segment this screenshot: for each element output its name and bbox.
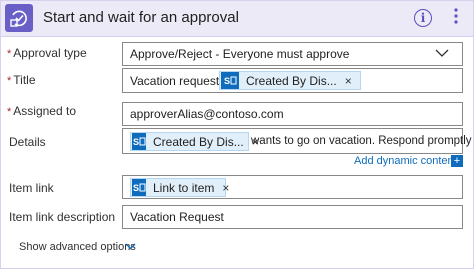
item-link-input[interactable]: S Link to item × <box>122 175 463 199</box>
remove-token-icon[interactable]: × <box>345 74 352 88</box>
title-label: * Title <box>7 73 36 87</box>
chevron-down-icon[interactable] <box>435 49 449 58</box>
details-label: Details <box>9 135 46 149</box>
approval-type-value: Approve/Reject - Everyone must approve <box>130 47 350 61</box>
link-to-item-token[interactable]: S Link to item × <box>130 178 229 197</box>
action-title: Start and wait for an approval <box>43 9 239 26</box>
assigned-to-label-text: Assigned to <box>13 104 76 118</box>
remove-token-icon[interactable]: × <box>222 181 229 195</box>
title-input[interactable]: Vacation request for S Created By Dis...… <box>122 68 463 93</box>
svg-text:S: S <box>133 183 139 193</box>
sharepoint-icon: S <box>132 179 146 196</box>
required-marker: * <box>7 48 12 60</box>
assigned-to-value: approverAlias@contoso.com <box>130 107 284 121</box>
assigned-to-label: * Assigned to <box>7 104 76 118</box>
add-icon[interactable]: + <box>451 155 463 167</box>
sharepoint-icon: S <box>132 133 146 150</box>
show-advanced-options-link[interactable]: Show advanced options <box>19 241 136 253</box>
approval-check-icon <box>5 4 33 32</box>
created-by-token[interactable]: S Created By Dis... × <box>219 71 361 90</box>
chevron-down-icon[interactable] <box>125 243 136 250</box>
approval-type-label-text: Approval type <box>13 46 87 60</box>
svg-text:S: S <box>224 76 230 86</box>
approval-type-label: * Approval type <box>7 46 87 60</box>
token-label: Created By Dis... <box>153 134 244 149</box>
details-input[interactable]: S Created By Dis... × wants to go on vac… <box>122 128 472 154</box>
created-by-token[interactable]: S Created By Dis... × <box>130 132 259 151</box>
details-text: wants to go on vacation. Respond promptl… <box>251 135 472 147</box>
item-link-description-value: Vacation Request <box>130 210 224 224</box>
assigned-to-input[interactable]: approverAlias@contoso.com <box>122 102 463 126</box>
required-marker: * <box>7 75 12 87</box>
svg-text:S: S <box>133 137 139 147</box>
item-link-description-label: Item link description <box>9 210 116 224</box>
approval-action-card: Start and wait for an approval i * Approv… <box>0 0 474 269</box>
info-icon[interactable]: i <box>414 9 432 27</box>
token-label: Created By Dis... <box>246 73 337 88</box>
required-marker: * <box>7 106 12 118</box>
item-link-label: Item link <box>9 181 54 195</box>
item-link-description-input[interactable]: Vacation Request <box>122 205 463 229</box>
approval-type-dropdown[interactable]: Approve/Reject - Everyone must approve <box>122 42 463 66</box>
more-options-icon[interactable] <box>451 7 461 29</box>
add-dynamic-content-link[interactable]: Add dynamic content <box>354 155 457 167</box>
sharepoint-icon: S <box>221 72 239 89</box>
action-header[interactable]: Start and wait for an approval i <box>1 1 473 37</box>
title-label-text: Title <box>13 73 36 87</box>
token-label: Link to item <box>153 180 215 195</box>
